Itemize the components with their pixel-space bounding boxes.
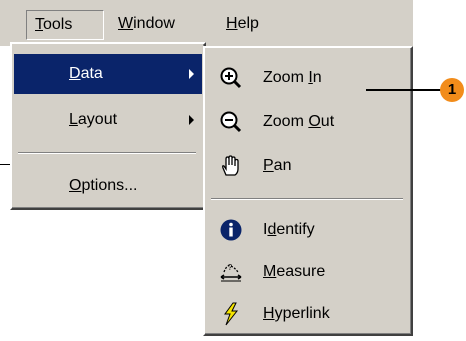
menu-mnemonic: W — [118, 15, 134, 32]
menu-mnemonic: O — [69, 177, 82, 194]
menu-help[interactable]: Help — [218, 10, 267, 40]
zoom-out-icon — [220, 111, 242, 133]
submenu-arrow-icon — [189, 69, 194, 79]
menu-label-part: ayout — [77, 111, 118, 128]
menu-mnemonic: O — [308, 113, 321, 130]
menu-item-pan[interactable]: Pan — [207, 146, 409, 186]
menu-label-part: indow — [133, 15, 175, 32]
hyperlink-icon — [224, 302, 239, 326]
menu-label-part: ut — [320, 113, 335, 130]
menu-label-part: Zoom — [263, 69, 309, 86]
menu-mnemonic: L — [69, 111, 78, 128]
menu-label-part: entify — [276, 221, 315, 238]
menu-separator — [18, 152, 196, 154]
menu-label-part: Zoom — [263, 113, 309, 130]
menu-label-part: yperlink — [274, 305, 330, 322]
menu-item-options[interactable]: Options... — [14, 166, 202, 206]
callout-number-badge: 1 — [440, 78, 464, 102]
menu-mnemonic: H — [226, 15, 238, 32]
callout-leader-line — [366, 89, 442, 91]
menu-label-part: ata — [80, 65, 103, 82]
menu-mnemonic: M — [263, 263, 277, 280]
menu-mnemonic: T — [35, 16, 43, 33]
menu-label-part: an — [273, 157, 292, 174]
menu-tools[interactable]: Tools — [26, 10, 104, 40]
menu-label-part: easure — [276, 263, 326, 280]
menu-bar: Tools Window Help — [0, 0, 413, 46]
tools-menu: Data Layout Options... — [10, 42, 206, 210]
menu-label-part: elp — [237, 15, 259, 32]
menu-item-zoom-in[interactable]: Zoom In — [207, 58, 409, 98]
menu-item-zoom-out[interactable]: Zoom Out — [207, 102, 409, 142]
menu-item-measure[interactable]: ? Measure — [207, 252, 409, 292]
menu-item-layout[interactable]: Layout — [14, 100, 202, 140]
menu-label-part: ools — [43, 16, 73, 33]
menu-label-part: ptions... — [81, 177, 138, 194]
menu-label-part: n — [312, 69, 322, 86]
menu-mnemonic: D — [69, 65, 81, 82]
menu-window[interactable]: Window — [110, 10, 183, 40]
menu-mnemonic: H — [263, 305, 275, 322]
identify-icon — [220, 219, 242, 241]
menu-item-identify[interactable]: Identify — [207, 210, 409, 250]
zoom-in-icon — [220, 67, 242, 89]
svg-text:?: ? — [228, 263, 233, 272]
menu-mnemonic: P — [263, 157, 274, 174]
menu-item-data[interactable]: Data — [14, 54, 202, 94]
pan-hand-icon — [222, 155, 239, 176]
menu-item-hyperlink[interactable]: Hyperlink — [207, 294, 409, 334]
submenu-arrow-icon — [189, 115, 194, 125]
menu-separator — [211, 198, 403, 200]
measure-icon: ? — [220, 263, 242, 282]
